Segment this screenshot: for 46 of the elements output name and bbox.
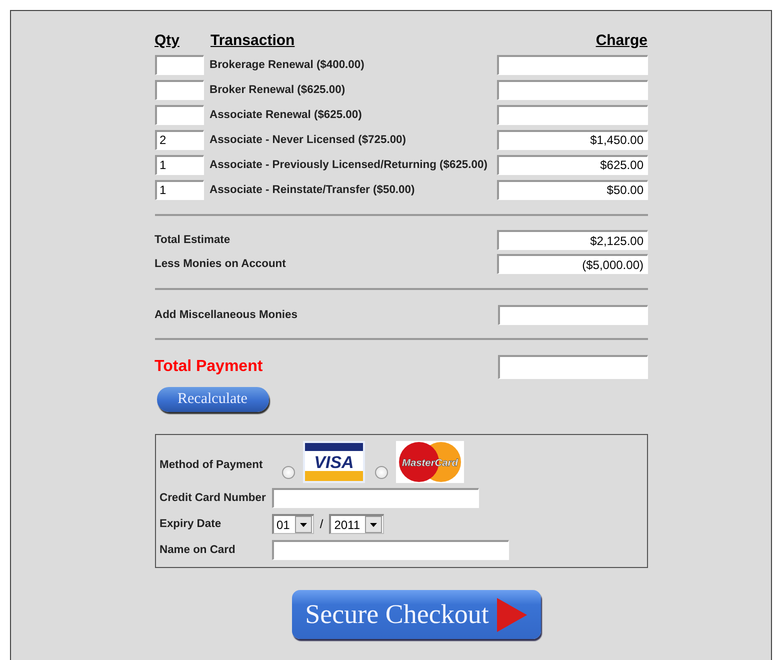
play-arrow-icon [496, 598, 527, 632]
misc-monies-field[interactable] [498, 304, 648, 324]
transaction-label: Associate Renewal ($625.00) [210, 108, 363, 120]
recalculate-button[interactable]: Recalculate [156, 387, 268, 412]
transaction-label: Brokerage Renewal ($400.00) [210, 58, 366, 70]
summary-field[interactable]: $2,125.00 [496, 230, 648, 250]
dropdown-caret-icon[interactable] [294, 516, 312, 533]
charge-field[interactable] [496, 104, 648, 124]
year-select[interactable]: 2011 [329, 514, 384, 534]
summary-label: Total Estimate [154, 234, 232, 246]
qty-field[interactable]: 1 [154, 154, 204, 174]
transaction-label: Associate - Never Licensed ($725.00) [210, 134, 408, 146]
card-number-label: Credit Card Number [160, 492, 267, 504]
transaction-label: Associate - Reinstate/Transfer ($50.00) [210, 184, 416, 196]
qty-field[interactable] [154, 104, 204, 124]
visa-logo: VISA [302, 441, 364, 483]
secure-checkout-button[interactable]: Secure Checkout [292, 590, 540, 639]
summary-label: Less Monies on Account [154, 258, 287, 270]
charge-field[interactable]: $1,450.00 [496, 130, 648, 150]
name-on-card-label: Name on Card [160, 544, 236, 556]
total-payment-label: Total Payment [154, 358, 264, 376]
month-select[interactable]: 01 [272, 514, 314, 534]
name-on-card-field[interactable] [272, 540, 508, 560]
card-number-field[interactable] [272, 488, 478, 508]
column-header: Transaction [210, 32, 296, 49]
total-payment-field[interactable] [498, 354, 648, 378]
payment-radio[interactable] [374, 466, 388, 479]
date-separator: / [320, 517, 324, 531]
qty-field[interactable] [154, 80, 204, 100]
qty-field[interactable] [154, 54, 204, 74]
payment-radio[interactable] [282, 466, 294, 479]
misc-monies-label: Add Miscellaneous Monies [154, 308, 298, 320]
qty-field[interactable]: 1 [154, 180, 204, 200]
transaction-label: Associate - Previously Licensed/Returning ($625.00) [210, 158, 488, 170]
expiry-label: Expiry Date [160, 518, 222, 530]
charge-field[interactable]: $625.00 [496, 154, 648, 174]
qty-field[interactable]: 2 [154, 130, 204, 150]
payment-method-label: Method of Payment [160, 459, 264, 471]
dropdown-caret-icon[interactable] [365, 516, 382, 533]
summary-field[interactable]: ($5,000.00) [496, 254, 648, 274]
charge-field[interactable] [496, 54, 648, 74]
column-header: Charge [594, 32, 648, 49]
column-header: Qty [154, 32, 181, 49]
charge-field[interactable]: $50.00 [496, 180, 648, 200]
charge-field[interactable] [496, 80, 648, 100]
transaction-label: Broker Renewal ($625.00) [210, 84, 346, 96]
